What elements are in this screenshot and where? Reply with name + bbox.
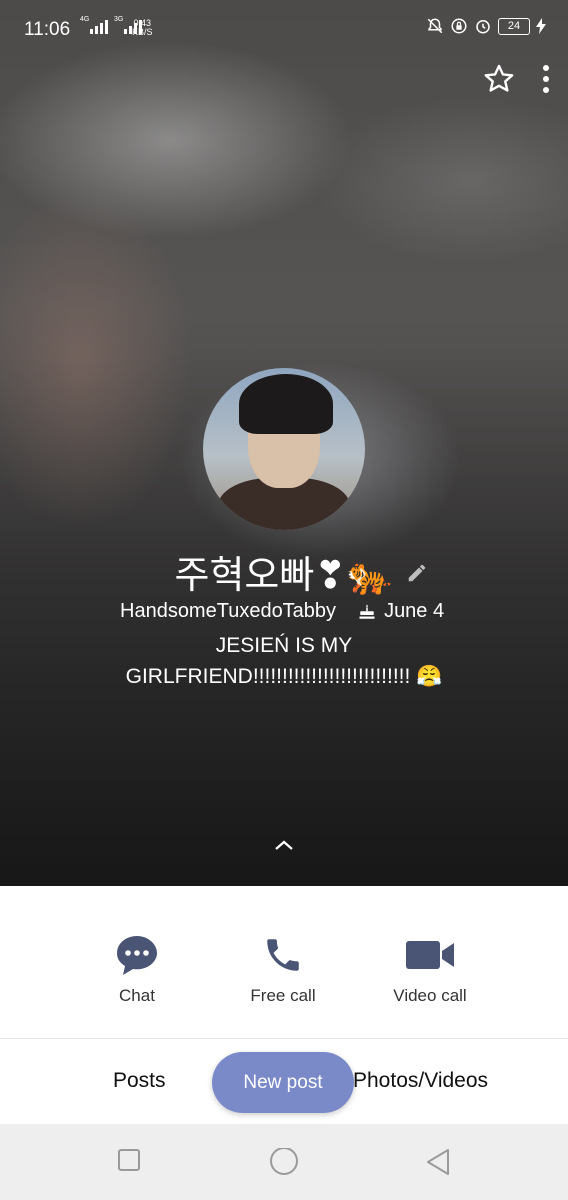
name-emojis: ❣🐅 bbox=[314, 555, 394, 597]
status-message: JESIEŃ IS MY GIRLFRIEND!!!!!!!!!!!!!!!!!… bbox=[125, 634, 443, 688]
video-call-button[interactable]: Video call bbox=[360, 930, 500, 1006]
clock: 11:06 bbox=[24, 19, 71, 40]
status-bar: 11:06 4G 3G 0.43 KB/S 24 bbox=[0, 0, 568, 60]
phone-icon bbox=[267, 939, 299, 971]
video-call-label: Video call bbox=[393, 986, 467, 1005]
top-actions bbox=[482, 62, 550, 96]
star-icon[interactable] bbox=[482, 62, 516, 96]
status-icons: 24 bbox=[426, 17, 546, 35]
new-post-button[interactable]: New post bbox=[212, 1052, 354, 1113]
chat-button[interactable]: Chat bbox=[67, 930, 207, 1006]
charging-icon bbox=[536, 18, 546, 34]
chat-bubble-icon bbox=[117, 936, 157, 975]
action-bar: Chat Free call Video call bbox=[0, 886, 568, 1039]
profile-avatar[interactable] bbox=[203, 368, 365, 530]
circle-nav-icon[interactable] bbox=[269, 1148, 299, 1178]
tab-photos-videos[interactable]: Photos/Videos bbox=[353, 1069, 488, 1093]
system-nav-bar bbox=[0, 1124, 568, 1200]
pencil-icon[interactable] bbox=[406, 562, 428, 584]
square-nav-icon[interactable] bbox=[117, 1148, 141, 1172]
triangle-back-icon[interactable] bbox=[425, 1148, 451, 1176]
profile-name: 주혁오빠❣🐅 bbox=[0, 544, 568, 599]
alarm-icon bbox=[476, 20, 490, 34]
free-call-button[interactable]: Free call bbox=[213, 930, 353, 1006]
free-call-label: Free call bbox=[250, 986, 316, 1005]
network-speed: 0.43 KB/S bbox=[132, 18, 153, 37]
cake-icon bbox=[359, 604, 375, 619]
video-camera-icon bbox=[406, 941, 454, 969]
signal-icon: 4G bbox=[80, 16, 108, 34]
rotation-lock-icon bbox=[451, 18, 467, 34]
more-vert-icon[interactable] bbox=[542, 64, 550, 94]
battery-icon: 24 bbox=[498, 17, 530, 35]
profile-info-row: HandsomeTuxedoTabby June 4 bbox=[120, 600, 444, 623]
chat-label: Chat bbox=[119, 986, 155, 1005]
chevron-up-icon[interactable] bbox=[274, 838, 294, 852]
username: HandsomeTuxedoTabby bbox=[120, 600, 337, 622]
mute-icon bbox=[427, 18, 443, 34]
birthday: June 4 bbox=[384, 600, 445, 622]
tab-posts[interactable]: Posts bbox=[113, 1069, 166, 1093]
